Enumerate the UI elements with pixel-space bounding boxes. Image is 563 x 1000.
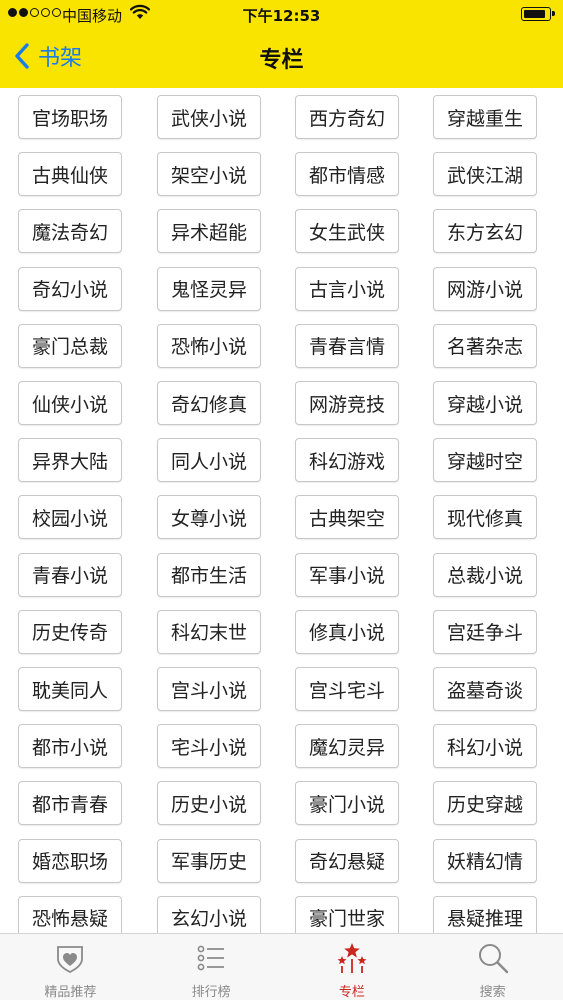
category-button[interactable]: 校园小说	[18, 495, 122, 540]
category-button[interactable]: 西方奇幻	[295, 95, 399, 139]
category-button[interactable]: 仙侠小说	[18, 381, 122, 425]
battery-level	[524, 10, 545, 18]
search-icon	[478, 944, 508, 974]
category-button[interactable]: 军事历史	[157, 838, 261, 883]
heart-shield-icon	[57, 946, 84, 974]
category-button[interactable]: 古典仙侠	[18, 152, 122, 197]
category-button[interactable]: 耽美同人	[18, 667, 122, 711]
category-button[interactable]: 同人小说	[157, 438, 261, 483]
battery-icon	[521, 7, 555, 21]
category-grid: 官场职场 武侠小说 西方奇幻 穿越重生古典仙侠 架空小说 都市情感 武侠江湖魔法奇幻 异术超能…	[0, 88, 563, 933]
category-button[interactable]: 恐怖小说	[157, 323, 261, 368]
category-button[interactable]: 女尊小说	[157, 495, 261, 540]
category-button[interactable]: 历史穿越	[433, 781, 537, 826]
tab-label: 专栏	[338, 985, 365, 1000]
stars-icon	[337, 943, 367, 973]
category-button[interactable]: 异术超能	[157, 209, 261, 254]
category-button[interactable]: 都市生活	[157, 552, 261, 597]
category-button[interactable]: 豪门小说	[295, 781, 399, 826]
tab-label: 精品推荐	[44, 985, 97, 1000]
category-button[interactable]: 妖精幻情	[433, 838, 537, 883]
category-button[interactable]: 科幻小说	[433, 724, 537, 769]
category-button[interactable]: 盗墓奇谈	[433, 667, 537, 711]
category-button[interactable]: 恐怖悬疑	[18, 895, 122, 933]
tab-label: 排行榜	[191, 985, 231, 1000]
category-button[interactable]: 现代修真	[433, 495, 537, 540]
category-button[interactable]: 武侠小说	[157, 95, 261, 139]
category-button[interactable]: 都市青春	[18, 781, 122, 826]
list-icon	[197, 945, 225, 971]
category-button[interactable]: 官场职场	[18, 95, 122, 139]
page-title: 专栏	[259, 48, 304, 73]
category-button[interactable]: 科幻游戏	[295, 438, 399, 483]
category-button[interactable]: 武侠江湖	[433, 152, 537, 197]
status-time: 下午12:53	[242, 7, 321, 25]
category-button[interactable]: 名著杂志	[433, 323, 537, 368]
tab-label: 搜索	[479, 985, 506, 1000]
category-button[interactable]: 异界大陆	[18, 438, 122, 483]
tab-ranking[interactable]: 排行榜	[141, 934, 282, 1000]
category-button[interactable]: 宫廷争斗	[433, 609, 537, 654]
category-button[interactable]: 网游小说	[433, 266, 537, 311]
category-button[interactable]: 悬疑推理	[433, 895, 537, 933]
category-button[interactable]: 古典架空	[295, 495, 399, 540]
tab-bar: 精品推荐 排行榜 专栏 搜索	[0, 933, 563, 1000]
header: 中国移动 下午12:53 书架 专栏	[0, 0, 563, 88]
nav-bar: 书架 专栏	[0, 28, 563, 86]
tab-featured[interactable]: 精品推荐	[0, 934, 141, 1000]
status-bar: 中国移动 下午12:53	[0, 0, 563, 28]
category-button[interactable]: 奇幻悬疑	[295, 838, 399, 883]
category-button[interactable]: 穿越重生	[433, 95, 537, 139]
category-button[interactable]: 青春言情	[295, 323, 399, 368]
category-button[interactable]: 宅斗小说	[157, 724, 261, 769]
category-button[interactable]: 穿越小说	[433, 381, 537, 425]
category-button[interactable]: 古言小说	[295, 266, 399, 311]
category-button[interactable]: 总裁小说	[433, 552, 537, 597]
category-button[interactable]: 科幻末世	[157, 609, 261, 654]
category-button[interactable]: 东方玄幻	[433, 209, 537, 254]
category-button[interactable]: 婚恋职场	[18, 838, 122, 883]
category-button[interactable]: 女生武侠	[295, 209, 399, 254]
category-button[interactable]: 穿越时空	[433, 438, 537, 483]
category-button[interactable]: 架空小说	[157, 152, 261, 197]
category-button[interactable]: 魔法奇幻	[18, 209, 122, 254]
category-button[interactable]: 历史传奇	[18, 609, 122, 654]
category-button[interactable]: 网游竞技	[295, 381, 399, 425]
category-button[interactable]: 豪门总裁	[18, 323, 122, 368]
tab-columns[interactable]: 专栏	[282, 934, 423, 1000]
category-button[interactable]: 军事小说	[295, 552, 399, 597]
category-button[interactable]: 奇幻修真	[157, 381, 261, 425]
category-button[interactable]: 都市情感	[295, 152, 399, 197]
category-button[interactable]: 青春小说	[18, 552, 122, 597]
category-button[interactable]: 鬼怪灵异	[157, 266, 261, 311]
category-button[interactable]: 奇幻小说	[18, 266, 122, 311]
tab-search[interactable]: 搜索	[422, 934, 563, 1000]
category-button[interactable]: 都市小说	[18, 724, 122, 769]
category-button[interactable]: 历史小说	[157, 781, 261, 826]
category-button[interactable]: 宫斗小说	[157, 667, 261, 711]
category-button[interactable]: 玄幻小说	[157, 895, 261, 933]
category-button[interactable]: 豪门世家	[295, 895, 399, 933]
category-button[interactable]: 魔幻灵异	[295, 724, 399, 769]
category-button[interactable]: 修真小说	[295, 609, 399, 654]
category-button[interactable]: 宫斗宅斗	[295, 667, 399, 711]
